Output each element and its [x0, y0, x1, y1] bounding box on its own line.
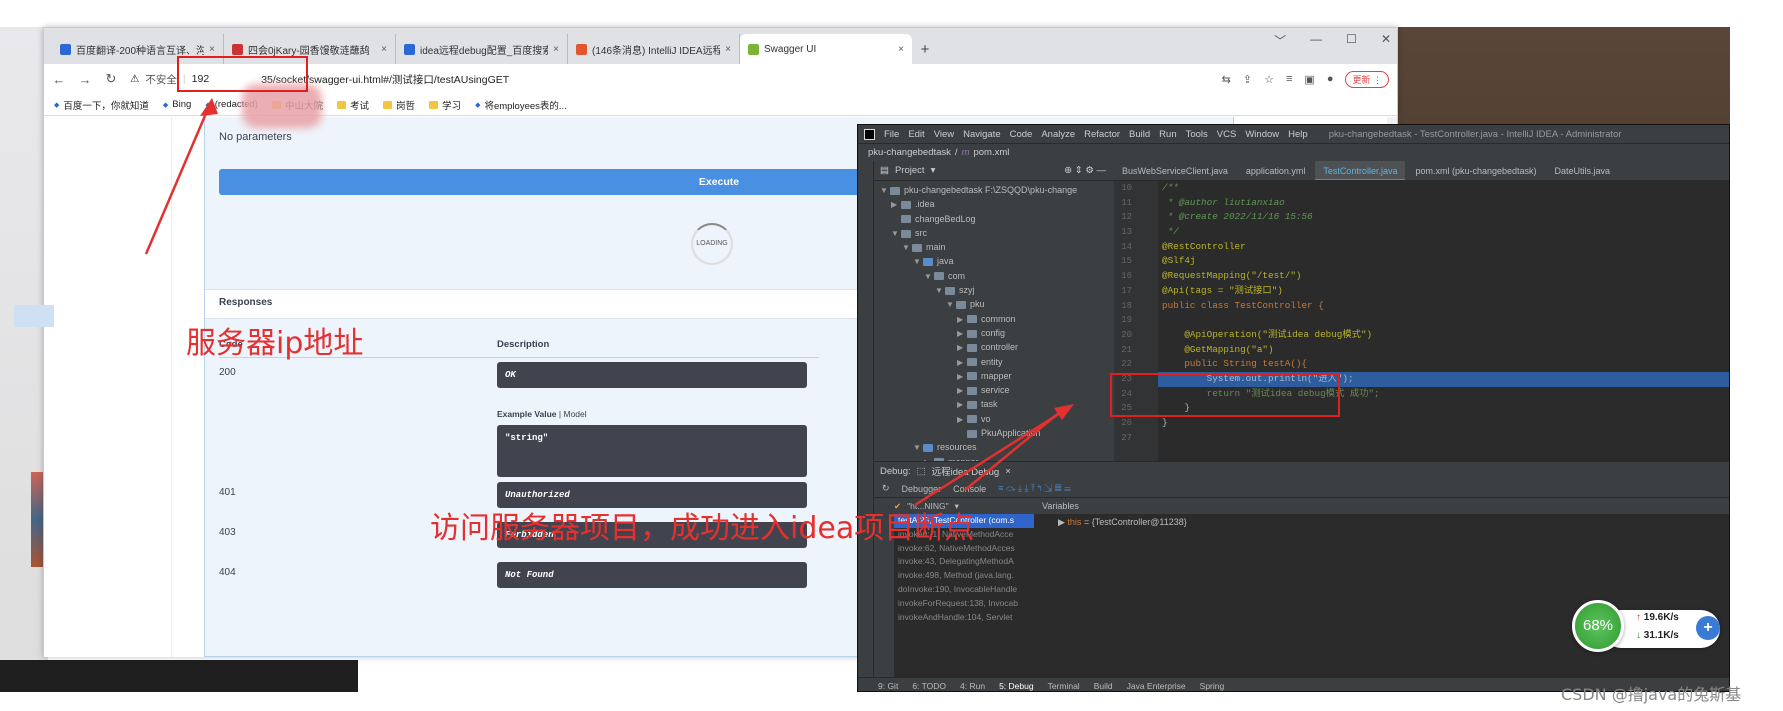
arrowhead-url-icon: [200, 98, 218, 116]
network-speed-widget[interactable]: 68% ↑ 19.6K/s ↓ 31.1K/s +: [1572, 600, 1722, 652]
cpu-usage-circle: 68%: [1572, 600, 1624, 652]
arrow-to-url: [144, 103, 212, 255]
annotation-arrows: [144, 98, 1074, 507]
arrow-to-breakpoint-1: [964, 411, 1061, 491]
upload-speed: ↑ 19.6K/s: [1636, 612, 1679, 623]
upload-arrow-icon: ↑: [1636, 612, 1641, 623]
download-value: 31.1K/s: [1643, 630, 1679, 641]
upload-value: 19.6K/s: [1643, 612, 1679, 623]
widget-plus-button[interactable]: +: [1696, 616, 1720, 640]
arrow-to-breakpoint-2: [914, 406, 1069, 507]
arrowhead-breakpoint-icon: [1054, 404, 1074, 420]
csdn-watermark: CSDN @撸java的兔斯基: [1561, 685, 1742, 704]
download-speed: ↓ 31.1K/s: [1636, 630, 1679, 641]
download-arrow-icon: ↓: [1636, 630, 1641, 641]
